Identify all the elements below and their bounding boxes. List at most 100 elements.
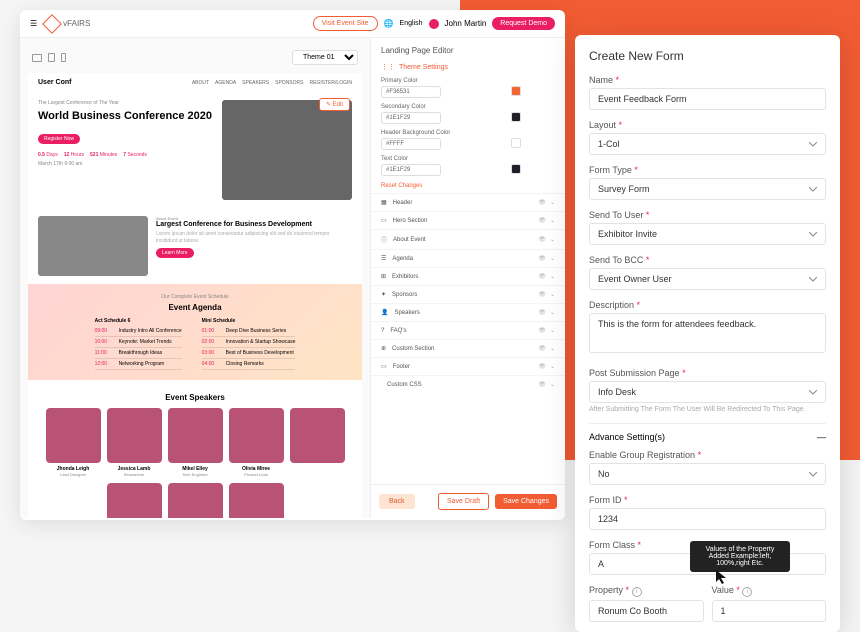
- eye-icon[interactable]: 👁: [538, 273, 546, 280]
- edit-button[interactable]: ✎ Edit: [319, 98, 350, 111]
- advance-settings-toggle[interactable]: Advance Setting(s)—: [589, 423, 826, 450]
- about-title: Largest Conference for Business Developm…: [156, 221, 352, 228]
- nav-item[interactable]: ABOUT: [192, 80, 209, 86]
- post-submission-helper: After Submitting The Form The User Will …: [589, 406, 826, 413]
- info-icon[interactable]: i: [632, 587, 642, 597]
- eye-icon[interactable]: 👁: [538, 309, 546, 316]
- layout-select[interactable]: 1-Col: [589, 133, 826, 155]
- chevron-down-icon[interactable]: ⌄: [550, 363, 555, 370]
- eye-icon[interactable]: 👁: [538, 345, 546, 352]
- section-item[interactable]: ⊞Exhibitors👁⌄: [371, 267, 565, 285]
- color-input[interactable]: #1E1F29: [381, 164, 441, 176]
- back-button[interactable]: Back: [379, 494, 415, 509]
- value-input[interactable]: [712, 600, 827, 622]
- eye-icon[interactable]: 👁: [538, 217, 546, 224]
- nav-item[interactable]: SPEAKERS: [242, 80, 269, 86]
- chevron-down-icon[interactable]: ⌄: [550, 217, 555, 224]
- learn-more-button[interactable]: Learn More: [156, 248, 194, 258]
- menu-icon[interactable]: ☰: [30, 19, 37, 28]
- page-preview: User Conf ABOUTAGENDASPEAKERSSPONSORSREG…: [28, 73, 362, 518]
- request-demo-button[interactable]: Request Demo: [492, 17, 555, 30]
- agenda-row: 12:00Networking Program: [95, 359, 182, 370]
- info-icon[interactable]: i: [742, 587, 752, 597]
- section-item[interactable]: ⊕Custom Section👁⌄: [371, 339, 565, 357]
- eye-icon[interactable]: 👁: [538, 199, 546, 206]
- speaker-card: Jhonda LeighLead Designer: [46, 408, 101, 477]
- nav-item[interactable]: REGISTER/LOGIN: [309, 80, 352, 86]
- save-changes-button[interactable]: Save Changes: [495, 494, 557, 509]
- agenda-tag: Our Complete Event Schedule: [38, 294, 352, 300]
- language-selector[interactable]: English: [400, 20, 423, 27]
- section-item[interactable]: Custom CSS👁⌄: [371, 375, 565, 393]
- chevron-down-icon[interactable]: ⌄: [550, 255, 555, 262]
- send-user-select[interactable]: Exhibitor Invite: [589, 223, 826, 245]
- eye-icon[interactable]: 👁: [538, 363, 546, 370]
- agenda-row: 09:00Industry Intro All Conference: [95, 326, 182, 337]
- section-item[interactable]: ⓘAbout Event👁⌄: [371, 229, 565, 249]
- section-item[interactable]: ▦Header👁⌄: [371, 193, 565, 211]
- speaker-card: Jessica LambResearcher: [107, 408, 162, 477]
- eye-icon[interactable]: 👁: [538, 327, 546, 334]
- register-badge[interactable]: Register Now: [38, 134, 80, 144]
- section-item[interactable]: ▭Footer👁⌄: [371, 357, 565, 375]
- group-reg-label: Enable Group Registration *: [589, 450, 826, 460]
- color-input[interactable]: #1E1F29: [381, 112, 441, 124]
- desktop-icon[interactable]: [32, 54, 42, 62]
- visit-site-button[interactable]: Visit Event Site: [313, 16, 378, 31]
- description-textarea[interactable]: This is the form for attendees feedback.: [589, 313, 826, 353]
- chevron-down-icon[interactable]: ⌄: [550, 327, 555, 334]
- color-swatch[interactable]: [511, 112, 521, 122]
- chevron-down-icon[interactable]: ⌄: [550, 381, 555, 388]
- property-input[interactable]: [589, 600, 704, 622]
- chevron-down-icon[interactable]: ⌄: [550, 345, 555, 352]
- color-input[interactable]: #F36531: [381, 86, 441, 98]
- chevron-down-icon[interactable]: ⌄: [550, 236, 555, 243]
- chevron-down-icon[interactable]: ⌄: [550, 291, 555, 298]
- description-label: Description *: [589, 300, 826, 310]
- eye-icon[interactable]: 👁: [538, 255, 546, 262]
- section-icon: ⊞: [381, 273, 386, 280]
- theme-select[interactable]: Theme 01: [292, 50, 358, 65]
- section-item[interactable]: ▭Hero Section👁⌄: [371, 211, 565, 229]
- avatar[interactable]: [429, 19, 439, 29]
- chevron-down-icon[interactable]: ⌄: [550, 309, 555, 316]
- send-bcc-label: Send To BCC *: [589, 255, 826, 265]
- form-type-select[interactable]: Survey Form: [589, 178, 826, 200]
- hero-title: World Business Conference 2020: [38, 110, 214, 123]
- section-item[interactable]: ✦Sponsors👁⌄: [371, 285, 565, 303]
- chevron-down-icon[interactable]: ⌄: [550, 273, 555, 280]
- color-swatch[interactable]: [511, 164, 521, 174]
- section-icon: ✦: [381, 291, 386, 298]
- eye-icon[interactable]: 👁: [538, 381, 546, 388]
- color-swatch[interactable]: [511, 86, 521, 96]
- speakers-title: Event Speakers: [38, 393, 352, 402]
- tablet-icon[interactable]: [48, 53, 55, 62]
- color-input[interactable]: #FFFF: [381, 138, 441, 150]
- save-draft-button[interactable]: Save Draft: [438, 493, 489, 510]
- color-field: Secondary Color#1E1F29: [371, 101, 565, 127]
- countdown-stat: 521 Minutes: [90, 152, 117, 158]
- post-submission-select[interactable]: Info Desk: [589, 381, 826, 403]
- chevron-down-icon[interactable]: ⌄: [550, 199, 555, 206]
- section-icon: ?: [381, 328, 384, 334]
- eye-icon[interactable]: 👁: [538, 236, 546, 243]
- eye-icon[interactable]: 👁: [538, 291, 546, 298]
- group-reg-select[interactable]: No: [589, 463, 826, 485]
- reset-changes-link[interactable]: Reset Changes: [371, 179, 565, 193]
- section-item[interactable]: 👤Speakers👁⌄: [371, 303, 565, 321]
- nav-item[interactable]: AGENDA: [215, 80, 236, 86]
- color-swatch[interactable]: [511, 138, 521, 148]
- form-id-input[interactable]: [589, 508, 826, 530]
- agenda-row: 01:00Deep Dive Business Series: [202, 326, 296, 337]
- mobile-icon[interactable]: [61, 53, 66, 62]
- nav-item[interactable]: SPONSORS: [275, 80, 303, 86]
- theme-settings-row[interactable]: ⋮⋮ Theme Settings: [371, 59, 565, 75]
- countdown-stat: 12 Hours: [64, 152, 84, 158]
- section-item[interactable]: ?FAQ's👁⌄: [371, 321, 565, 339]
- name-input[interactable]: [589, 88, 826, 110]
- section-icon: ▭: [381, 217, 387, 224]
- send-bcc-select[interactable]: Event Owner User: [589, 268, 826, 290]
- section-item[interactable]: ☰Agenda👁⌄: [371, 249, 565, 267]
- name-label: Name *: [589, 75, 826, 85]
- post-submission-label: Post Submission Page *: [589, 368, 826, 378]
